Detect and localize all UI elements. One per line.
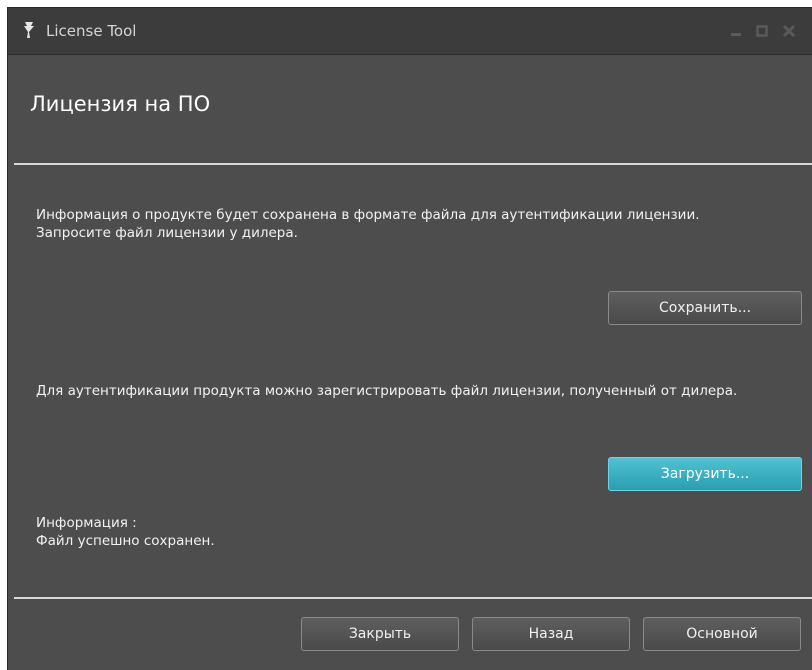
back-button[interactable]: Назад	[472, 617, 630, 651]
window-title: License Tool	[46, 22, 137, 40]
header-divider	[14, 163, 812, 165]
license-tool-window: License Tool Лицензия на ПО Информация о…	[8, 8, 812, 670]
minimize-icon[interactable]	[730, 25, 742, 37]
import-description: Для аутентификации продукта можно зареги…	[36, 383, 738, 399]
close-button[interactable]: Закрыть	[301, 617, 459, 651]
title-bar[interactable]: License Tool	[8, 8, 812, 55]
page-title: Лицензия на ПО	[30, 92, 211, 116]
info-status-text: Файл успешно сохранен.	[36, 533, 215, 549]
export-description: Информация о продукте будет сохранена в …	[36, 207, 700, 241]
info-label: Информация :	[36, 515, 137, 531]
footer-divider	[14, 597, 812, 599]
load-button[interactable]: Загрузить...	[608, 457, 802, 491]
license-app-icon	[24, 22, 34, 38]
main-button[interactable]: Основной	[643, 617, 801, 651]
close-icon[interactable]	[782, 24, 796, 38]
save-button[interactable]: Сохранить...	[608, 291, 802, 325]
maximize-icon[interactable]	[756, 25, 768, 37]
